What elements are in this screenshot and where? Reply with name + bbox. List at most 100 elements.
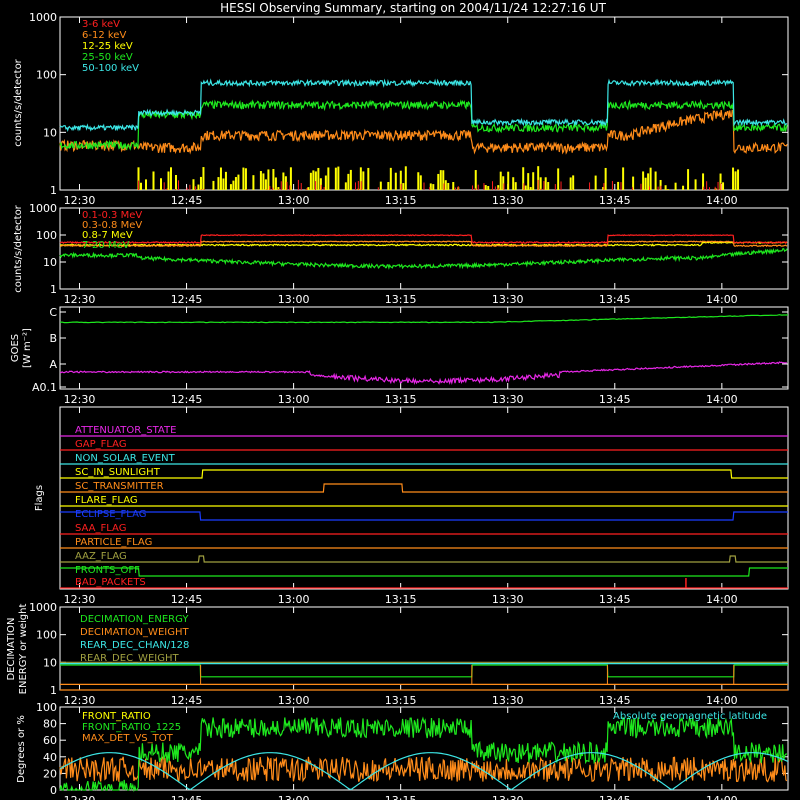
x-tick-label: 13:15	[385, 794, 417, 800]
x-tick-label: 13:15	[385, 393, 417, 406]
y-tick-label: 100	[36, 629, 57, 642]
x-tick-label: 12:45	[171, 194, 203, 207]
y-tick-label: 1	[50, 684, 57, 697]
legend-entry: 7-20 MeV	[82, 240, 130, 251]
y-tick-label: 1000	[29, 11, 57, 24]
x-tick-label: 13:45	[599, 393, 631, 406]
x-tick-label: 13:00	[278, 293, 310, 306]
y-tick-label: 1	[50, 184, 57, 197]
x-tick-label: 12:45	[171, 393, 203, 406]
flag-label: SC_TRANSMITTER	[75, 481, 164, 492]
y-tick-label: 10	[43, 126, 57, 139]
flag-label: BAD_PACKETS	[75, 577, 146, 588]
x-tick-label: 12:30	[64, 194, 96, 207]
flag-label: PARTICLE_FLAG	[75, 537, 152, 548]
y-tick-label: 20	[43, 767, 57, 780]
x-tick-label: 13:00	[278, 393, 310, 406]
y-axis-unit: [W m⁻²]	[22, 328, 33, 368]
x-tick-label: 14:00	[706, 293, 738, 306]
y-tick-label: 10	[43, 256, 57, 269]
y-axis-label: ENERGY or weight	[18, 604, 29, 695]
y-tick-label: 40	[43, 751, 57, 764]
x-tick-label: 12:30	[64, 393, 96, 406]
x-tick-label: 14:00	[706, 593, 738, 606]
x-tick-label: 13:30	[492, 794, 524, 800]
legend-entry: FRONT_RATIO_1225	[82, 722, 181, 733]
y-tick-label: 1000	[29, 601, 57, 614]
x-tick-label: 13:30	[492, 593, 524, 606]
flag-label: NON_SOLAR_EVENT	[75, 453, 176, 464]
x-tick-label: 13:15	[385, 194, 417, 207]
x-tick-label: 13:30	[492, 293, 524, 306]
x-tick-label: 12:30	[64, 593, 96, 606]
x-tick-label: 13:00	[278, 794, 310, 800]
x-tick-label: 12:30	[64, 794, 96, 800]
x-tick-label: 13:30	[492, 194, 524, 207]
y-tick-label: 1000	[29, 202, 57, 215]
legend-entry: REAR_DEC_WEIGHT	[80, 653, 179, 664]
x-tick-label: 12:45	[171, 794, 203, 800]
y-tick-label: 100	[36, 229, 57, 242]
x-tick-label: 13:00	[278, 694, 310, 707]
x-tick-label: 14:00	[706, 194, 738, 207]
y-axis-label: Flags	[34, 485, 45, 511]
flag-label: SC_IN_SUNLIGHT	[75, 467, 161, 478]
flag-label: FLARE_FLAG	[75, 495, 138, 506]
legend-entry: 12-25 keV	[82, 41, 133, 52]
y-tick-label: C	[49, 306, 57, 319]
y-axis-label: GOES	[10, 334, 21, 362]
y-tick-label: A0.1	[32, 381, 57, 394]
x-tick-label: 14:00	[706, 794, 738, 800]
x-tick-label: 13:45	[599, 194, 631, 207]
x-tick-label: 13:45	[599, 794, 631, 800]
legend-entry: MAX_DET_VS_TOT	[82, 733, 174, 744]
x-tick-label: 13:00	[278, 194, 310, 207]
x-tick-label: 13:45	[599, 293, 631, 306]
x-tick-label: 13:15	[385, 694, 417, 707]
legend-entry: 25-50 keV	[82, 52, 133, 63]
legend-entry: 3-6 keV	[82, 19, 120, 30]
x-tick-label: 12:30	[64, 293, 96, 306]
x-tick-label: 13:15	[385, 293, 417, 306]
legend-entry: DECIMATION_ENERGY	[80, 614, 189, 625]
x-tick-label: 14:00	[706, 694, 738, 707]
y-tick-label: B	[49, 332, 57, 345]
x-tick-label: 14:00	[706, 393, 738, 406]
legend-entry: 6-12 keV	[82, 30, 126, 41]
flag-label: FRONTS_OFF	[75, 565, 140, 576]
annotation-geomagnetic-latitude: Absolute geomagnetic latitude	[613, 711, 767, 722]
y-tick-label: 0	[50, 784, 57, 797]
y-axis-label: counts/s/detector	[13, 204, 24, 292]
x-tick-label: 12:45	[171, 593, 203, 606]
legend-entry: REAR_DEC_CHAN/128	[80, 640, 189, 651]
y-tick-label: 80	[43, 718, 57, 731]
y-tick-label: 100	[36, 69, 57, 82]
y-axis-label: counts/s/detector	[13, 58, 24, 146]
x-tick-label: 12:45	[171, 293, 203, 306]
y-tick-label: 10	[43, 656, 57, 669]
observing-summary-figure: HESSI Observing Summary, starting on 200…	[0, 0, 800, 800]
legend-entry: 50-100 keV	[82, 63, 139, 74]
figure-title: HESSI Observing Summary, starting on 200…	[220, 1, 606, 15]
flag-label: GAP_FLAG	[75, 439, 127, 450]
y-tick-label: 60	[43, 734, 57, 747]
y-axis-label: Degrees or %	[16, 715, 27, 783]
y-axis-label: DECIMATION	[6, 617, 17, 680]
x-tick-label: 13:00	[278, 593, 310, 606]
x-tick-label: 13:45	[599, 593, 631, 606]
x-tick-label: 13:30	[492, 694, 524, 707]
flag-label: ECLIPSE_FLAG	[75, 509, 146, 520]
y-tick-label: 1	[50, 283, 57, 296]
x-tick-label: 13:45	[599, 694, 631, 707]
flag-label: SAA_FLAG	[75, 523, 126, 534]
flag-label: ATTENUATOR_STATE	[75, 425, 176, 436]
x-tick-label: 12:45	[171, 694, 203, 707]
legend-entry: DECIMATION_WEIGHT	[80, 627, 189, 638]
y-tick-label: 100	[36, 701, 57, 714]
x-tick-label: 12:30	[64, 694, 96, 707]
flag-label: AAZ_FLAG	[75, 551, 127, 562]
x-tick-label: 13:30	[492, 393, 524, 406]
y-tick-label: A	[49, 358, 57, 371]
x-tick-label: 13:15	[385, 593, 417, 606]
legend-entry: FRONT_RATIO	[82, 711, 151, 722]
